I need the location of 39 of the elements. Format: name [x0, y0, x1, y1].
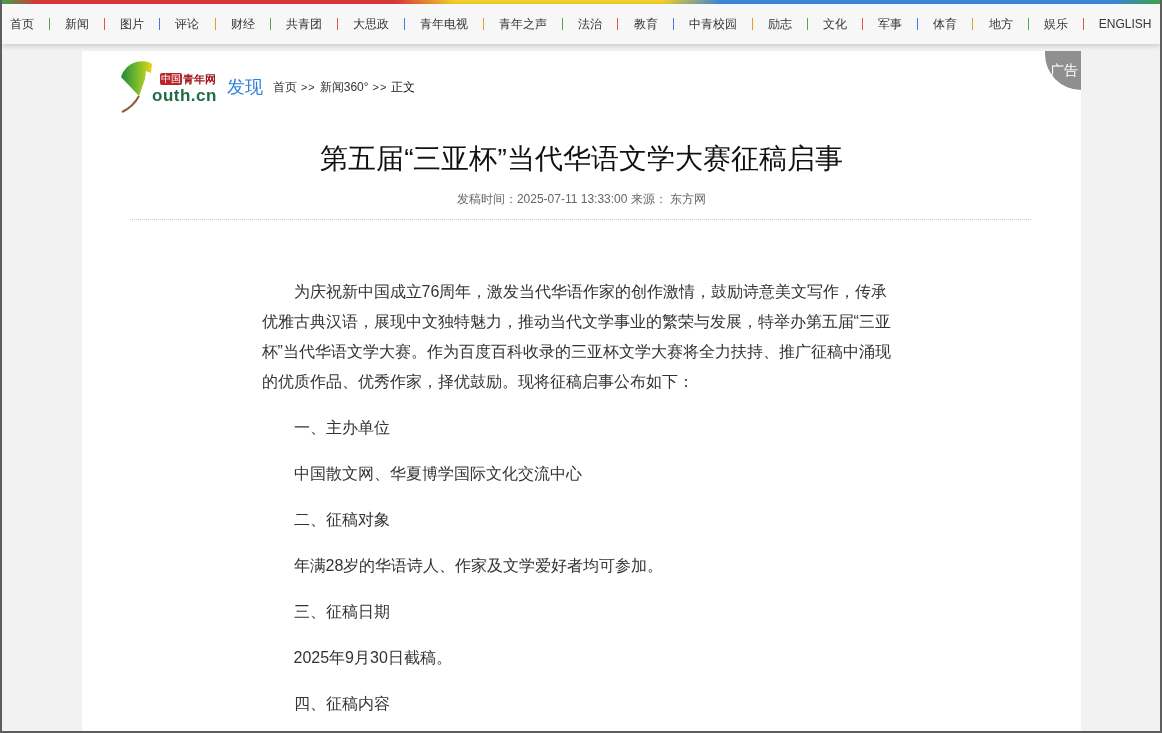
article-paragraph: 年满28岁的华语诗人、作家及文学爱好者均可参加。 [292, 556, 665, 576]
nav-link[interactable]: 中青校园 [688, 15, 737, 33]
breadcrumb-current: 正文 [391, 78, 416, 96]
nav-link[interactable]: 青年电视 [420, 15, 469, 33]
nav-link[interactable]: 文化 [823, 15, 848, 33]
nav-link[interactable]: 共青团 [285, 15, 322, 33]
breadcrumb-link[interactable]: 首页 [272, 78, 297, 96]
breadcrumb-separator: >> [372, 81, 388, 93]
nav-link[interactable]: 新闻 [65, 15, 90, 33]
breadcrumb-link[interactable]: 新闻360° [319, 78, 369, 96]
article-paragraph: 二、征稿对象 [292, 510, 391, 530]
article-paragraph: 2025年9月30日截稿。 [292, 648, 453, 668]
article-paragraph: 中国散文网、华夏博学国际文化交流中心 [292, 464, 583, 484]
nav-link[interactable]: 教育 [633, 15, 658, 33]
nav-link[interactable]: ENGLISH [1098, 17, 1152, 31]
article-paragraph: 一、主办单位 [292, 418, 391, 438]
channel-link[interactable]: 发现 [226, 75, 263, 99]
nav-link[interactable]: 首页 [10, 15, 34, 33]
article-title: 第五届“三亚杯”当代华语文学大赛征稿启事 [319, 142, 844, 176]
article-meta: 发稿时间：2025-07-11 13:33:00 来源： 东方网 [456, 191, 707, 208]
article-paragraph: 为庆祝新中国成立76周年，激发当代华语作家的创作激情，鼓励诗意美文写作，传承优雅古典汉语，展现中文独特魅力，推动当代文学事业的繁荣与发展，特举办第五届“三亚杯”当代华语文学大赛。作为百度百科收录的三亚杯文学大赛将全力扶持、推广征稿中涌现的优质作品、优秀作家，择优鼓励。现将征稿启事公布如下： [261, 282, 892, 392]
nav-link[interactable]: 体育 [933, 15, 958, 33]
logo-badge: 中国 [160, 73, 182, 85]
nav-link[interactable]: 大思政 [352, 15, 389, 33]
logo-domain: outh.cn [152, 85, 217, 106]
nav-link[interactable]: 励志 [767, 15, 792, 33]
leaf-icon [120, 61, 152, 113]
nav-link[interactable]: 娱乐 [1043, 15, 1068, 33]
nav-link[interactable]: 地方 [988, 15, 1013, 33]
nav-link[interactable]: 法治 [578, 15, 603, 33]
article-paragraph: 三、征稿日期 [292, 602, 391, 622]
nav-link[interactable]: 财经 [230, 15, 255, 33]
breadcrumb-separator: >> [300, 81, 316, 93]
nav-link[interactable]: 图片 [120, 15, 145, 33]
nav-link[interactable]: 军事 [878, 15, 903, 33]
logo-text: 青年网 [183, 72, 216, 86]
nav-link[interactable]: 青年之声 [499, 15, 548, 33]
article-paragraph: 四、征稿内容 [292, 694, 391, 714]
nav-link[interactable]: 评论 [175, 15, 200, 33]
